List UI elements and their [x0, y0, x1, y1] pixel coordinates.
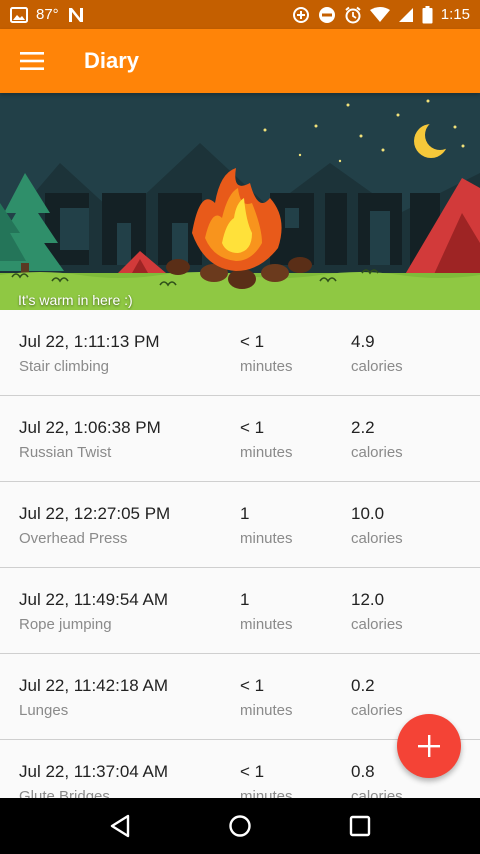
entry-duration-unit: minutes — [240, 616, 293, 633]
banner-caption: It's warm in here :) — [18, 292, 133, 308]
app-title: Diary — [84, 48, 140, 73]
image-icon — [10, 6, 28, 23]
entry-activity: Overhead Press — [19, 530, 128, 547]
do-not-disturb-icon — [318, 6, 336, 24]
entry-duration: < 1 — [240, 676, 265, 695]
entry-activity: Stair climbing — [19, 358, 110, 375]
camping-banner: It's warm in here :) — [0, 93, 480, 310]
entry-duration-unit: minutes — [240, 358, 293, 375]
signal-icon — [398, 7, 414, 23]
entry-calories: 10.0 — [351, 504, 385, 523]
clock-text: 1:15 — [440, 6, 470, 23]
entry-datetime: Jul 22, 1:11:13 PM — [19, 332, 160, 351]
add-entry-fab[interactable] — [397, 714, 461, 778]
entry-duration-unit: minutes — [240, 530, 293, 547]
diary-entry-row[interactable]: Jul 22, 1:06:38 PM Russian Twist < 1 min… — [0, 396, 480, 482]
home-icon — [229, 815, 251, 837]
data-saver-icon — [292, 6, 310, 24]
entry-activity: Glute Bridges — [19, 788, 110, 798]
back-icon — [110, 814, 130, 838]
entry-calories: 4.9 — [351, 332, 375, 351]
temperature-text: 87° — [36, 6, 59, 23]
entry-duration: < 1 — [240, 762, 265, 781]
entry-calories-unit: calories — [351, 444, 403, 461]
campfire-illustration — [0, 93, 480, 310]
entry-duration: < 1 — [240, 332, 265, 351]
alarm-icon — [344, 6, 362, 24]
home-button[interactable] — [220, 806, 260, 846]
entry-calories-unit: calories — [351, 358, 403, 375]
back-button[interactable] — [100, 806, 140, 846]
entry-activity: Rope jumping — [19, 616, 112, 633]
wifi-icon — [369, 6, 390, 23]
entry-calories: 12.0 — [351, 590, 385, 609]
entry-datetime: Jul 22, 11:37:04 AM — [19, 762, 169, 781]
entry-datetime: Jul 22, 11:49:54 AM — [19, 590, 169, 609]
entry-calories: 0.8 — [351, 762, 375, 781]
entry-activity: Lunges — [19, 702, 69, 719]
entry-datetime: Jul 22, 1:06:38 PM — [19, 418, 161, 437]
battery-icon — [422, 5, 433, 24]
entry-calories: 2.2 — [351, 418, 375, 437]
recents-icon — [349, 815, 371, 837]
entry-activity: Russian Twist — [19, 444, 112, 461]
entry-duration: 1 — [240, 590, 250, 609]
diary-entry-row[interactable]: Jul 22, 1:11:13 PM Stair climbing < 1 mi… — [0, 310, 480, 396]
app-bar: Diary — [0, 29, 480, 93]
diary-entry-row[interactable]: Jul 22, 12:27:05 PM Overhead Press 1 min… — [0, 482, 480, 568]
entry-calories: 0.2 — [351, 676, 375, 695]
hamburger-menu-icon — [20, 52, 44, 70]
system-nav-bar — [0, 798, 480, 854]
entry-datetime: Jul 22, 12:27:05 PM — [19, 504, 171, 523]
entry-calories-unit: calories — [351, 530, 403, 547]
diary-entry-row[interactable]: Jul 22, 11:49:54 AM Rope jumping 1 minut… — [0, 568, 480, 654]
entry-duration: < 1 — [240, 418, 265, 437]
plus-icon — [418, 735, 440, 757]
entry-calories-unit: calories — [351, 788, 403, 798]
entry-duration-unit: minutes — [240, 444, 293, 461]
status-bar: 87° 1:15 — [0, 0, 480, 29]
entry-duration-unit: minutes — [240, 702, 293, 719]
entry-calories-unit: calories — [351, 702, 403, 719]
entry-duration: 1 — [240, 504, 250, 523]
entry-duration-unit: minutes — [240, 788, 293, 798]
hamburger-menu-button[interactable] — [0, 29, 64, 93]
entry-calories-unit: calories — [351, 616, 403, 633]
news-icon — [67, 7, 85, 23]
recents-button[interactable] — [340, 806, 380, 846]
entry-datetime: Jul 22, 11:42:18 AM — [19, 676, 169, 695]
